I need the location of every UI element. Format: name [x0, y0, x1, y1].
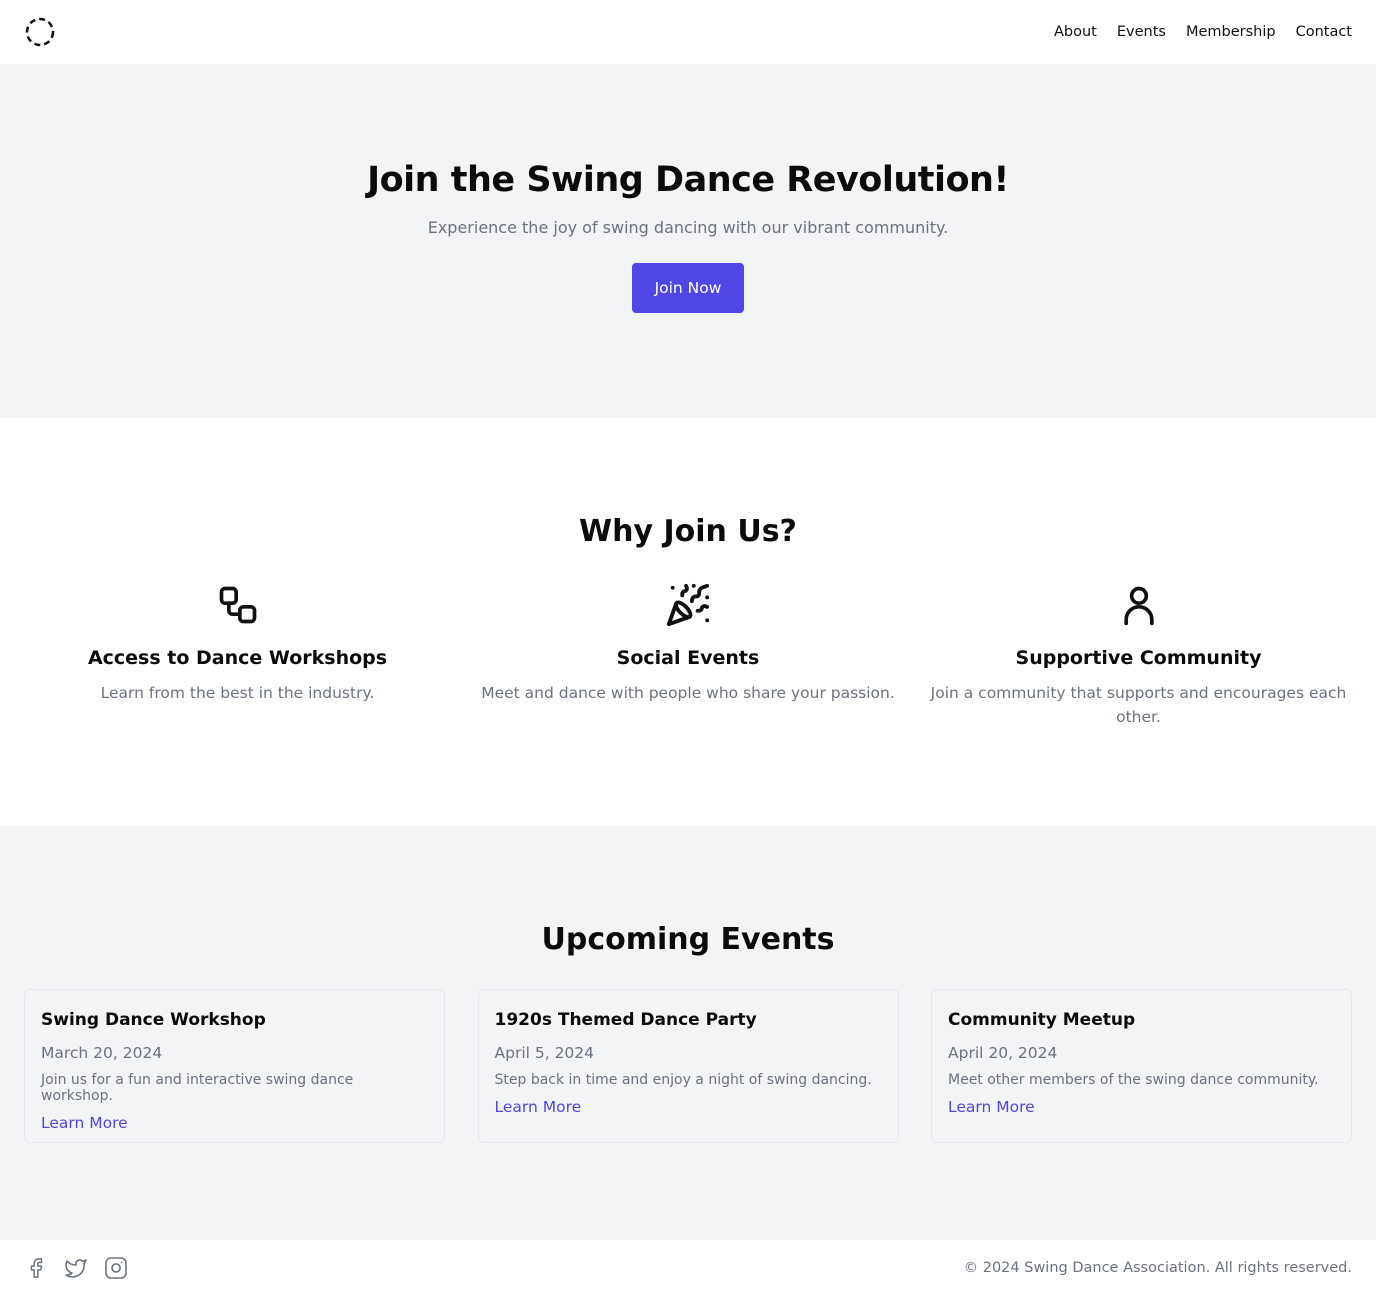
party-popper-icon — [475, 581, 902, 629]
nav-link-events[interactable]: Events — [1117, 24, 1166, 40]
feature-title: Access to Dance Workshops — [87, 647, 388, 669]
instagram-icon[interactable] — [104, 1256, 128, 1280]
learn-more-link[interactable]: Learn More — [948, 1098, 1035, 1116]
learn-more-link[interactable]: Learn More — [495, 1098, 582, 1116]
event-title: Community Meetup — [948, 1010, 1136, 1030]
social-links — [24, 1256, 128, 1280]
features-grid: Access to Dance Workshops Learn from the… — [0, 581, 1376, 729]
main-nav: About Events Membership Contact — [1054, 24, 1352, 40]
site-footer: © 2024 Swing Dance Association. All righ… — [0, 1240, 1376, 1296]
join-now-button[interactable]: Join Now — [632, 263, 744, 313]
feature-title: Supportive Community — [1015, 647, 1262, 669]
features-section: Why Join Us? Access to Dance Workshops L… — [0, 418, 1376, 826]
feature-description: Learn from the best in the industry. — [100, 684, 375, 702]
feature-description: Join a community that supports and encou… — [930, 684, 1347, 726]
events-grid: Swing Dance Workshop March 20, 2024 Join… — [0, 989, 1376, 1143]
event-card: Swing Dance Workshop March 20, 2024 Join… — [24, 989, 445, 1143]
events-heading: Upcoming Events — [541, 922, 835, 957]
event-description: Meet other members of the swing dance co… — [948, 1072, 1319, 1088]
event-title: Swing Dance Workshop — [41, 1010, 266, 1030]
event-title: 1920s Themed Dance Party — [494, 1010, 757, 1030]
nav-link-contact[interactable]: Contact — [1296, 24, 1352, 40]
copyright-text: © 2024 Swing Dance Association. All righ… — [963, 1260, 1352, 1276]
event-date: April 5, 2024 — [494, 1044, 595, 1062]
nav-link-about[interactable]: About — [1054, 24, 1097, 40]
event-description: Step back in time and enjoy a night of s… — [494, 1072, 872, 1088]
user-icon — [925, 581, 1352, 629]
event-card: 1920s Themed Dance Party April 5, 2024 S… — [477, 989, 899, 1143]
hero-title: Join the Swing Dance Revolution! — [367, 160, 1009, 200]
event-date: March 20, 2024 — [41, 1044, 163, 1062]
event-description: Join us for a fun and interactive swing … — [41, 1072, 354, 1104]
event-card: Community Meetup April 20, 2024 Meet oth… — [931, 989, 1352, 1143]
feature-item: Supportive Community Join a community th… — [925, 581, 1352, 729]
hero-subtitle: Experience the joy of swing dancing with… — [427, 218, 949, 237]
events-section: Upcoming Events Swing Dance Workshop Mar… — [0, 826, 1376, 1240]
feature-item: Access to Dance Workshops Learn from the… — [24, 581, 451, 729]
feature-title: Social Events — [616, 647, 760, 669]
hero-section: Join the Swing Dance Revolution! Experie… — [0, 64, 1376, 418]
nav-link-membership[interactable]: Membership — [1186, 24, 1276, 40]
features-heading: Why Join Us? — [579, 514, 797, 549]
site-header: About Events Membership Contact — [0, 0, 1376, 64]
workflow-icon — [24, 581, 451, 629]
learn-more-link[interactable]: Learn More — [41, 1114, 128, 1132]
feature-item: Social Events Meet and dance with people… — [475, 581, 902, 729]
twitter-icon[interactable] — [64, 1256, 88, 1280]
facebook-icon[interactable] — [24, 1256, 48, 1280]
feature-description: Meet and dance with people who share you… — [481, 684, 895, 702]
dashed-circle-icon[interactable] — [24, 16, 56, 48]
event-date: April 20, 2024 — [948, 1044, 1058, 1062]
